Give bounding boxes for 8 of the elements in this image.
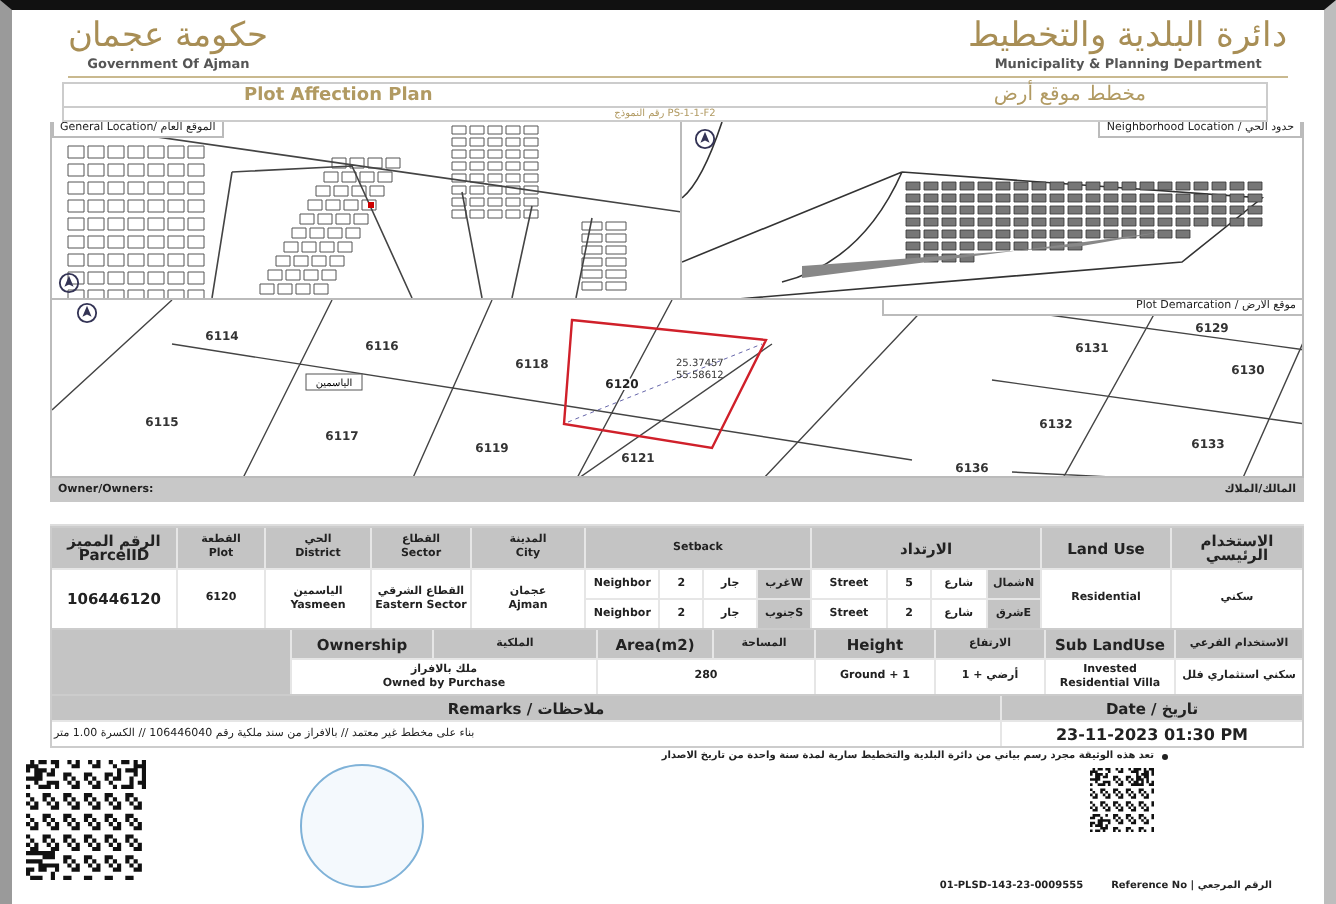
document-title: Plot Affection Plan [244,85,433,105]
emblem-text: دائرة البلدية والتخطيط [968,16,1288,56]
bullet-icon [1162,754,1168,760]
document-title: مخطط موقع أرض [993,84,1146,106]
qr-code [1090,768,1154,832]
emblem-text: حكومة عجمان [68,16,269,56]
date-value: 23-11-2023 01:30 PM [1002,722,1302,746]
qr-code [26,760,146,880]
